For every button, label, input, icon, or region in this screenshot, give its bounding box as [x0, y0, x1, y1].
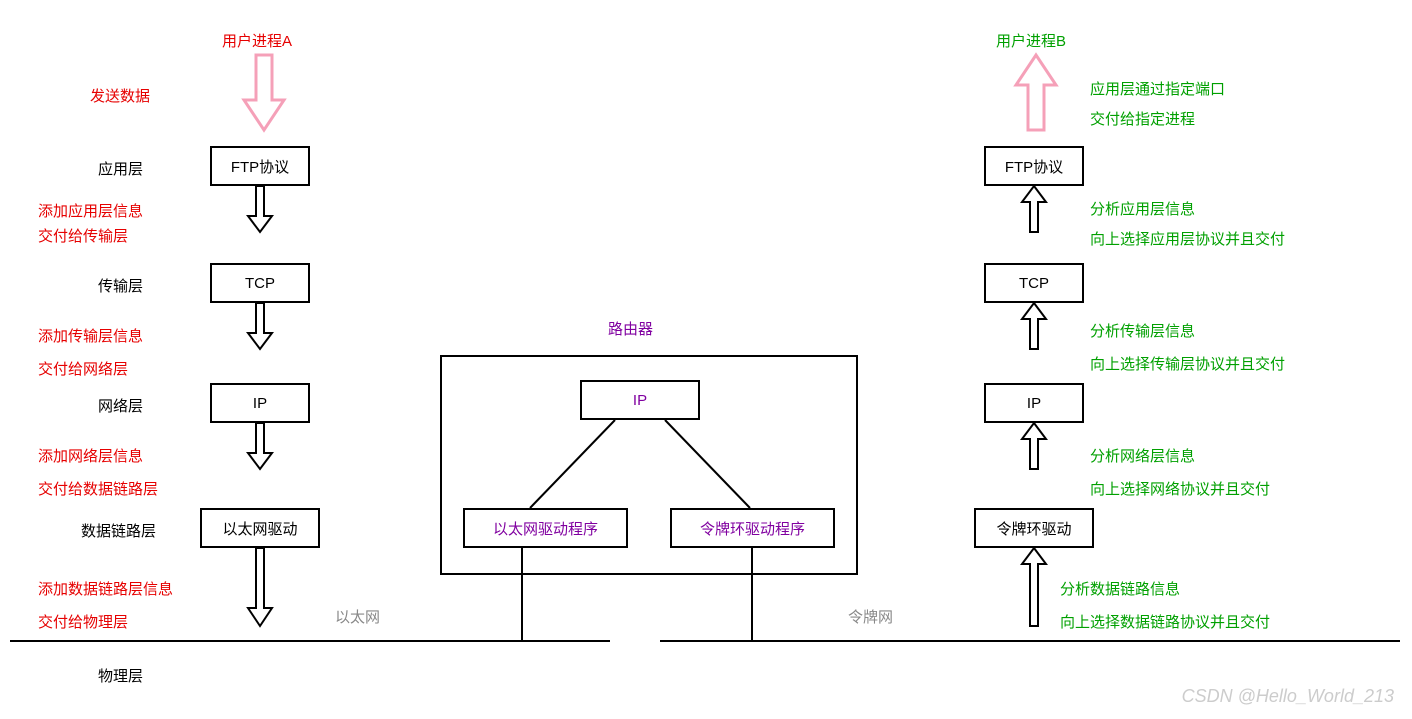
tcp-box-left-text: TCP: [245, 275, 275, 292]
ann-r2-1: 分析应用层信息: [1090, 198, 1195, 219]
ann-net-1: 添加网络层信息: [38, 445, 143, 466]
ann-app-1: 添加应用层信息: [38, 200, 143, 221]
ann-net-2: 交付给数据链路层: [38, 478, 158, 499]
user-a-arrow-icon: [244, 55, 284, 135]
token-box-right: 令牌环驱动: [974, 508, 1094, 548]
network-layer-label: 网络层: [98, 395, 143, 416]
router-title: 路由器: [608, 318, 653, 339]
eth-box-left-text: 以太网驱动: [222, 518, 297, 539]
down-arrow-4-icon: [248, 548, 272, 628]
eth-box-left: 以太网驱动: [200, 508, 320, 548]
ip-box-right: IP: [984, 383, 1084, 423]
down-arrow-1-icon: [248, 186, 272, 234]
tcp-box-right: TCP: [984, 263, 1084, 303]
token-box-right-text: 令牌环驱动: [996, 518, 1071, 539]
ftp-box-left-text: FTP协议: [231, 156, 289, 177]
ethernet-label: 以太网: [335, 606, 380, 627]
ip-box-left-text: IP: [253, 395, 267, 412]
ann-r1-2: 交付给指定进程: [1090, 108, 1195, 129]
ann-r4-2: 向上选择网络协议并且交付: [1090, 478, 1270, 499]
ann-r5-2: 向上选择数据链路协议并且交付: [1060, 611, 1270, 632]
ann-r4-1: 分析网络层信息: [1090, 445, 1195, 466]
up-arrow-4-icon: [1022, 548, 1046, 628]
ann-r1-1: 应用层通过指定端口: [1090, 78, 1225, 99]
ann-dl-1: 添加数据链路层信息: [38, 578, 173, 599]
user-process-a-title: 用户进程A: [222, 30, 292, 51]
ip-box-left: IP: [210, 383, 310, 423]
physical-layer-label: 物理层: [98, 665, 143, 686]
router-connector-lines: [440, 355, 858, 575]
ann-r5-1: 分析数据链路信息: [1060, 578, 1180, 599]
ann-r3-1: 分析传输层信息: [1090, 320, 1195, 341]
down-arrow-3-icon: [248, 423, 272, 471]
ann-dl-2: 交付给物理层: [38, 611, 128, 632]
token-ring-label: 令牌网: [848, 606, 893, 627]
router-eth-down-line: [520, 548, 524, 642]
ann-app-2: 交付给传输层: [38, 225, 128, 246]
watermark: CSDN @Hello_World_213: [1182, 686, 1394, 707]
ip-box-right-text: IP: [1027, 395, 1041, 412]
datalink-layer-label: 数据链路层: [81, 520, 156, 541]
ann-trans-2: 交付给网络层: [38, 358, 128, 379]
tcp-box-right-text: TCP: [1019, 275, 1049, 292]
ann-trans-1: 添加传输层信息: [38, 325, 143, 346]
ftp-box-right-text: FTP协议: [1005, 156, 1063, 177]
down-arrow-2-icon: [248, 303, 272, 351]
send-data-label: 发送数据: [90, 85, 150, 106]
ann-r3-2: 向上选择传输层协议并且交付: [1090, 353, 1285, 374]
ann-r2-2: 向上选择应用层协议并且交付: [1090, 228, 1285, 249]
ftp-box-left: FTP协议: [210, 146, 310, 186]
up-arrow-3-icon: [1022, 423, 1046, 471]
transport-layer-label: 传输层: [98, 275, 143, 296]
user-b-arrow-icon: [1016, 55, 1056, 135]
up-arrow-1-icon: [1022, 186, 1046, 234]
user-process-b-title: 用户进程B: [996, 30, 1066, 51]
ftp-box-right: FTP协议: [984, 146, 1084, 186]
app-layer-label: 应用层: [98, 158, 143, 179]
token-ring-physical-line: [660, 640, 1400, 642]
tcp-box-left: TCP: [210, 263, 310, 303]
router-token-down-line: [750, 548, 754, 642]
up-arrow-2-icon: [1022, 303, 1046, 351]
